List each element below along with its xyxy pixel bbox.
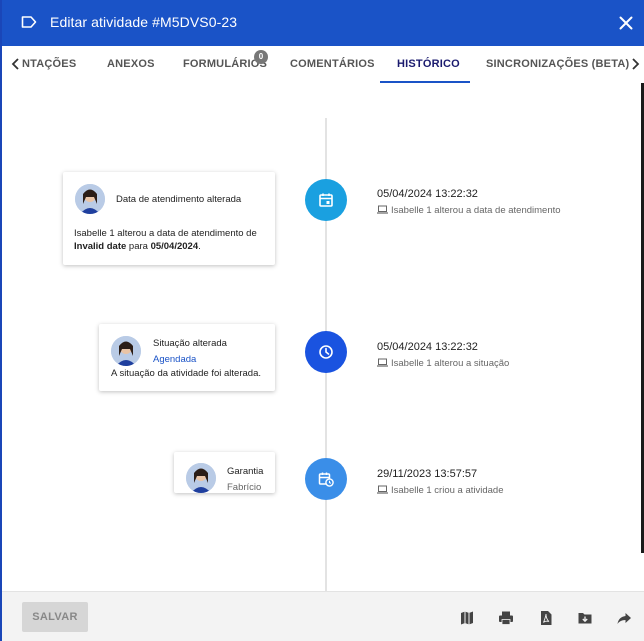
tab-anexos[interactable]: ANEXOS: [107, 58, 155, 70]
download-icon[interactable]: [577, 610, 593, 626]
chevron-right-icon[interactable]: [629, 57, 641, 71]
card-subtitle: Fabrício: [227, 482, 262, 493]
event-description: Isabelle 1 alterou a situação: [377, 358, 509, 369]
event-date: 05/04/2024 13:22:32: [377, 188, 478, 200]
avatar: [111, 336, 141, 366]
print-icon[interactable]: [498, 610, 514, 626]
status-badge: Agendada: [153, 354, 197, 365]
tab-bar: NTAÇÕES ANEXOS FORMULÁRIOS 0 COMENTÁRIOS…: [2, 46, 644, 83]
save-button[interactable]: SALVAR: [22, 602, 88, 632]
card-title: Data de atendimento alterada: [116, 194, 242, 205]
formularios-count-badge: 0: [254, 50, 268, 64]
timeline-marker: [305, 179, 347, 221]
card-text: Isabelle 1 alterou a data de atendimento…: [74, 228, 257, 252]
card-title: Situação alterada: [153, 338, 227, 349]
event-date: 29/11/2023 13:57:57: [377, 468, 478, 480]
avatar: [75, 184, 105, 214]
tab-anotacoes[interactable]: NTAÇÕES: [22, 58, 76, 70]
history-card: Data de atendimento alterada Isabelle 1 …: [63, 172, 275, 265]
close-icon[interactable]: [616, 13, 636, 33]
map-icon[interactable]: [459, 610, 475, 626]
card-title: Garantia: [227, 466, 264, 477]
clock-icon: [319, 345, 333, 359]
event-date: 05/04/2024 13:22:32: [377, 341, 478, 353]
laptop-icon: [377, 205, 388, 214]
tab-sincronizacoes[interactable]: SINCRONIZAÇÕES (BETA): [486, 58, 629, 70]
card-text: A situação da atividade foi alterada.: [111, 368, 261, 379]
tab-historico[interactable]: HISTÓRICO: [397, 58, 460, 70]
laptop-icon: [377, 358, 388, 367]
avatar: [186, 463, 216, 493]
event-description: Isabelle 1 criou a atividade: [377, 485, 504, 496]
label-icon: [21, 16, 37, 28]
calendar-clock-icon: [318, 472, 334, 487]
history-timeline: Data de atendimento alterada Isabelle 1 …: [2, 83, 644, 591]
tab-comentarios[interactable]: COMENTÁRIOS: [290, 58, 375, 70]
dialog-header: Editar atividade #M5DVS0-23: [2, 0, 644, 46]
history-card: Situação alterada Agendada A situação da…: [99, 324, 275, 391]
dialog-footer: SALVAR: [2, 591, 644, 641]
timeline-marker: [305, 331, 347, 373]
dialog-title: Editar atividade #M5DVS0-23: [50, 14, 238, 30]
pdf-icon[interactable]: [538, 610, 554, 626]
share-icon[interactable]: [616, 610, 632, 626]
laptop-icon: [377, 485, 388, 494]
timeline-marker: [305, 458, 347, 500]
history-card: Garantia Fabrício: [174, 452, 275, 493]
chevron-left-icon[interactable]: [10, 57, 22, 71]
calendar-icon: [319, 193, 333, 207]
event-description: Isabelle 1 alterou a data de atendimento: [377, 205, 561, 216]
edit-activity-dialog: Editar atividade #M5DVS0-23 NTAÇÕES ANEX…: [0, 0, 644, 641]
